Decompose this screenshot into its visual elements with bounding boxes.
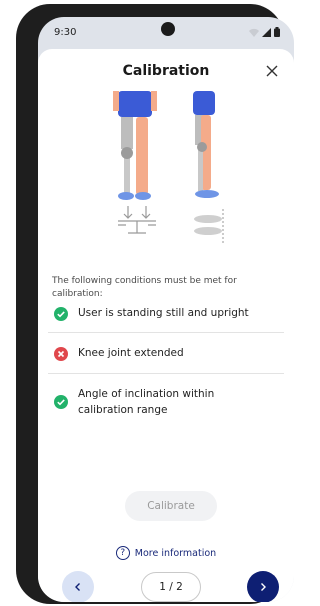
calibration-sheet: Calibration The following conditions mus… bbox=[38, 49, 294, 602]
chevron-left-icon bbox=[75, 583, 80, 591]
x-circle-icon bbox=[54, 347, 68, 361]
chevron-right-icon bbox=[261, 583, 266, 591]
scale-icon bbox=[118, 206, 156, 234]
condition-standing: User is standing still and upright bbox=[48, 305, 284, 321]
condition-inclination: Angle of inclination within calibration … bbox=[48, 386, 284, 418]
wifi-icon bbox=[249, 28, 259, 37]
intro-text: The following conditions must be met for… bbox=[52, 276, 237, 299]
battery-icon bbox=[274, 27, 280, 37]
condition-label: Angle of inclination within calibration … bbox=[78, 388, 215, 416]
more-information-link[interactable]: ? More information bbox=[38, 546, 294, 560]
foot-prints-icon bbox=[194, 209, 224, 243]
camera-notch bbox=[161, 22, 175, 36]
condition-label: Knee joint extended bbox=[78, 347, 184, 359]
phone-frame: 9:30 Calibration The following condition… bbox=[16, 4, 294, 604]
status-time: 9:30 bbox=[54, 26, 77, 38]
more-information-label: More information bbox=[134, 547, 217, 559]
divider bbox=[48, 332, 284, 333]
condition-knee: Knee joint extended bbox=[48, 345, 284, 361]
signal-icon bbox=[262, 27, 271, 37]
close-icon bbox=[266, 65, 278, 77]
page-indicator: 1 / 2 bbox=[141, 572, 201, 602]
close-button[interactable] bbox=[260, 59, 284, 83]
front-view-figure bbox=[113, 91, 157, 200]
check-circle-icon bbox=[54, 395, 68, 409]
question-circle-icon: ? bbox=[115, 546, 130, 560]
calibrate-button[interactable]: Calibrate bbox=[125, 491, 217, 521]
divider bbox=[48, 373, 284, 374]
check-circle-icon bbox=[54, 307, 68, 321]
previous-button[interactable] bbox=[62, 571, 94, 602]
screen: 9:30 Calibration The following condition… bbox=[38, 17, 294, 602]
page-title: Calibration bbox=[122, 63, 210, 79]
condition-label: User is standing still and upright bbox=[78, 307, 249, 319]
side-view-figure bbox=[193, 91, 219, 198]
calibration-illustration bbox=[113, 91, 224, 243]
next-button[interactable] bbox=[247, 571, 279, 602]
status-icons bbox=[249, 27, 280, 37]
